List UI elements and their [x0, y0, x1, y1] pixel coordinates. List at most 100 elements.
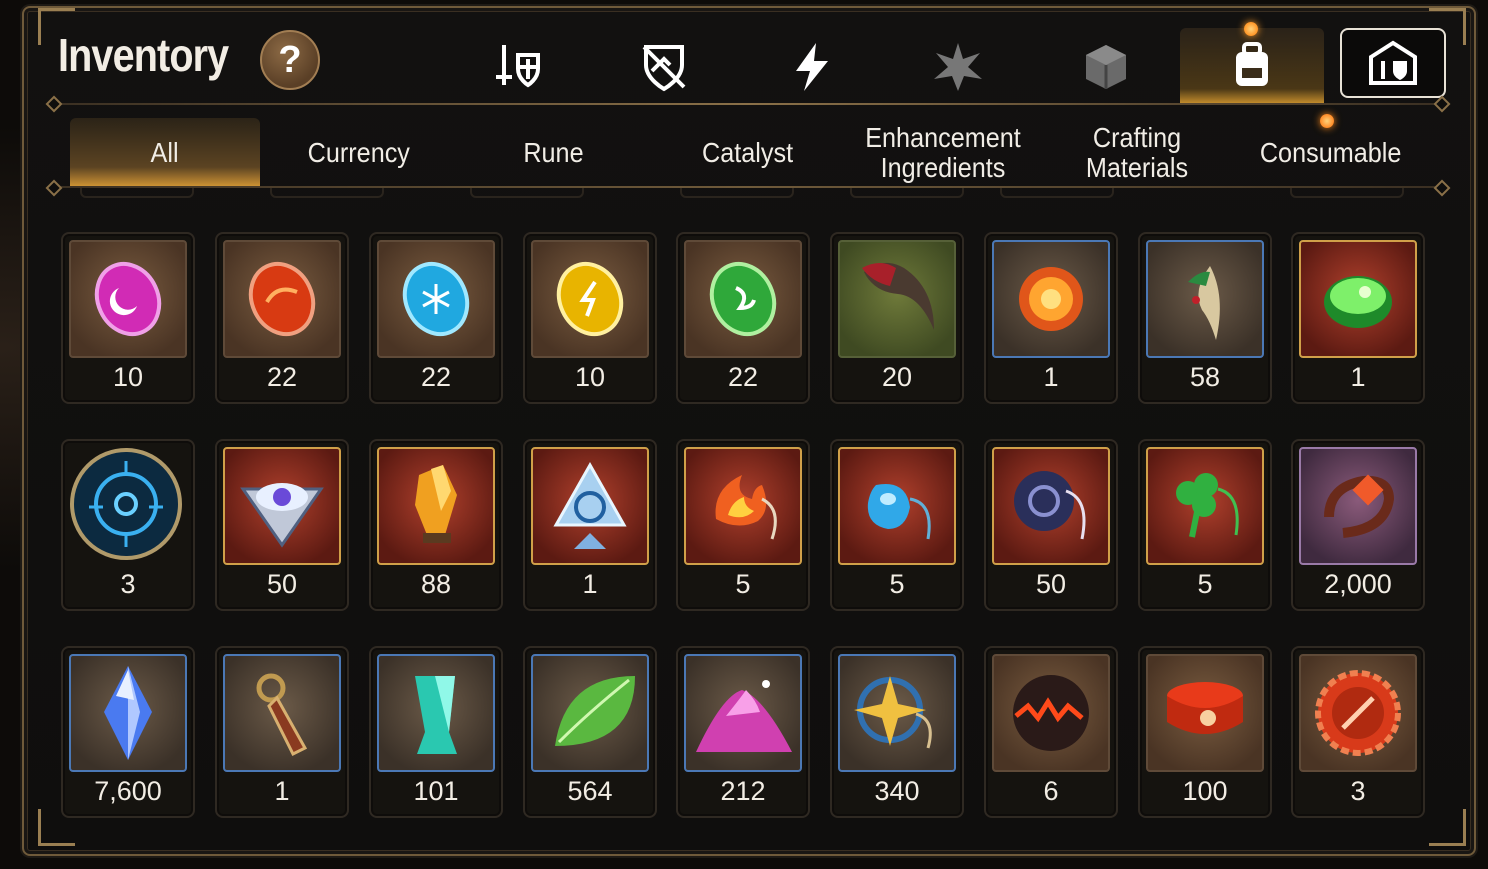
- item-count: 3: [120, 569, 136, 599]
- item-count: 1: [582, 569, 598, 599]
- armory-icon[interactable]: [1340, 28, 1446, 98]
- page-title: Inventory: [58, 29, 229, 81]
- blue-diamond-icon: [69, 654, 187, 772]
- help-button[interactable]: ?: [260, 30, 320, 90]
- star-pendant-icon: [838, 654, 956, 772]
- teal-crystal-icon: [377, 654, 495, 772]
- tab-rune[interactable]: Rune: [456, 118, 650, 188]
- item-slot[interactable]: 3: [61, 439, 195, 611]
- item-count: 1: [274, 776, 290, 806]
- item-slot[interactable]: 22: [215, 232, 349, 404]
- item-slot[interactable]: 101: [369, 646, 503, 818]
- item-count: 101: [413, 776, 459, 806]
- item-count: 5: [735, 569, 751, 599]
- item-slot[interactable]: 5: [1138, 439, 1272, 611]
- dark-ring-pendant-icon: [992, 447, 1110, 565]
- item-slot[interactable]: 58: [1138, 232, 1272, 404]
- pink-rune-gem-icon: [69, 240, 187, 358]
- item-slot[interactable]: 22: [369, 232, 503, 404]
- tab-underline: [1290, 188, 1404, 198]
- orange-crystal-icon: [377, 447, 495, 565]
- item-count: 5: [1197, 569, 1213, 599]
- item-count: 50: [1035, 569, 1067, 599]
- item-slot[interactable]: 1: [523, 439, 657, 611]
- item-count: 7,600: [94, 776, 162, 806]
- blue-portal-sigil-icon: [69, 447, 183, 561]
- item-slot[interactable]: 50: [215, 439, 349, 611]
- lava-orb-icon: [992, 654, 1110, 772]
- cube-icon[interactable]: [1066, 28, 1146, 106]
- item-count: 20: [881, 362, 913, 392]
- item-count: 58: [1189, 362, 1221, 392]
- item-count: 2,000: [1324, 569, 1392, 599]
- item-slot[interactable]: 6: [984, 646, 1118, 818]
- clover-pendant-icon: [1146, 447, 1264, 565]
- item-slot[interactable]: 1: [984, 232, 1118, 404]
- item-slot[interactable]: 2,000: [1291, 439, 1425, 611]
- item-count: 564: [567, 776, 613, 806]
- tab-underline: [80, 188, 194, 198]
- tab-underline: [850, 188, 964, 198]
- blue-rune-gem-icon: [377, 240, 495, 358]
- tab-underline: [470, 188, 584, 198]
- item-slot[interactable]: 10: [523, 232, 657, 404]
- item-slot[interactable]: 3: [1291, 646, 1425, 818]
- item-count: 22: [420, 362, 452, 392]
- item-count: 50: [266, 569, 298, 599]
- item-count: 10: [574, 362, 606, 392]
- item-slot[interactable]: 5: [830, 439, 964, 611]
- item-slot[interactable]: 22: [676, 232, 810, 404]
- item-slot[interactable]: 20: [830, 232, 964, 404]
- panel-corner: [1429, 809, 1466, 846]
- item-slot[interactable]: 340: [830, 646, 964, 818]
- pink-dust-icon: [684, 654, 802, 772]
- item-slot[interactable]: 212: [676, 646, 810, 818]
- key-charm-icon: [223, 654, 341, 772]
- item-slot[interactable]: 1: [1291, 232, 1425, 404]
- fire-pendant-icon: [684, 447, 802, 565]
- item-slot[interactable]: 564: [523, 646, 657, 818]
- item-slot[interactable]: 88: [369, 439, 503, 611]
- item-count: 100: [1182, 776, 1228, 806]
- red-ring-icon: [1299, 447, 1417, 565]
- starburst-icon[interactable]: [918, 28, 998, 106]
- fire-orb-icon: [992, 240, 1110, 358]
- item-slot[interactable]: 50: [984, 439, 1118, 611]
- item-count: 3: [1350, 776, 1366, 806]
- item-count: 6: [1043, 776, 1059, 806]
- tab-underline: [270, 188, 384, 198]
- item-slot[interactable]: 5: [676, 439, 810, 611]
- tab-catalyst[interactable]: Catalyst: [650, 118, 846, 188]
- lightning-icon[interactable]: [772, 28, 852, 106]
- red-band-icon: [1146, 654, 1264, 772]
- green-leaf-icon: [531, 654, 649, 772]
- item-count: 22: [727, 362, 759, 392]
- item-slot[interactable]: 100: [1138, 646, 1272, 818]
- claw-icon: [838, 240, 956, 358]
- eye-emblem-icon: [223, 447, 341, 565]
- ginseng-root-icon: [1146, 240, 1264, 358]
- tab-underline: [680, 188, 794, 198]
- tab-crafting-materials[interactable]: Crafting Materials: [1040, 118, 1234, 188]
- item-slot[interactable]: 1: [215, 646, 349, 818]
- tab-enhancement-ingredients[interactable]: Enhancement Ingredients: [846, 118, 1040, 188]
- notification-dot: [1320, 114, 1334, 128]
- tab-currency[interactable]: Currency: [262, 118, 456, 188]
- green-potion-icon: [1299, 240, 1417, 358]
- item-count: 340: [874, 776, 920, 806]
- backpack-icon[interactable]: [1180, 28, 1324, 104]
- tab-underline: [1000, 188, 1114, 198]
- tab-all[interactable]: All: [70, 118, 260, 188]
- crossed-shield-icon[interactable]: [624, 28, 704, 106]
- item-count: 88: [420, 569, 452, 599]
- sword-shield-icon[interactable]: [478, 28, 558, 106]
- item-slot[interactable]: 7,600: [61, 646, 195, 818]
- tab-consumable[interactable]: Consumable: [1234, 118, 1428, 188]
- item-slot[interactable]: 10: [61, 232, 195, 404]
- yellow-rune-gem-icon: [531, 240, 649, 358]
- notification-dot: [1244, 22, 1258, 36]
- item-count: 5: [889, 569, 905, 599]
- header-divider: [50, 103, 1444, 105]
- water-pendant-icon: [838, 447, 956, 565]
- item-count: 1: [1043, 362, 1059, 392]
